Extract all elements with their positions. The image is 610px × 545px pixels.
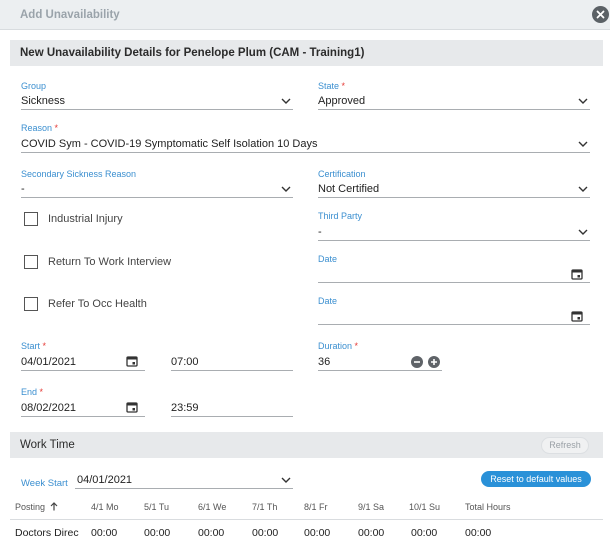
group-label: Group (21, 81, 47, 91)
secondary-reason-underline (21, 197, 293, 198)
calendar-icon[interactable] (126, 401, 138, 413)
hours-cell[interactable]: 00:00 (358, 527, 384, 539)
calendar-icon[interactable] (571, 268, 583, 280)
column-header-posting[interactable]: Posting (15, 502, 58, 512)
end-label: End * (21, 387, 44, 397)
dialog-titlebar: Add Unavailability (0, 0, 610, 30)
end-date-underline (21, 416, 145, 417)
total-hours-cell: 00:00 (465, 527, 492, 539)
start-date-value: 04/01/2021 (21, 356, 77, 368)
reason-label: Reason * (21, 123, 59, 133)
chevron-down-icon (578, 229, 588, 235)
column-header-day: 7/1 Th (252, 502, 278, 512)
secondary-reason-value: - (21, 183, 25, 195)
group-value: Sickness (21, 95, 66, 107)
end-time-underline (171, 416, 293, 417)
increment-icon[interactable] (428, 356, 440, 368)
duration-label: Duration * (318, 341, 359, 351)
hours-cell[interactable]: 00:00 (91, 527, 117, 539)
decrement-icon[interactable] (411, 356, 423, 368)
hours-cell[interactable]: 00:00 (411, 527, 437, 539)
certification-value: Not Certified (318, 183, 380, 195)
details-section-header: New Unavailability Details for Penelope … (10, 40, 603, 66)
return-to-work-label: Return To Work Interview (48, 256, 172, 268)
hours-cell[interactable]: 00:00 (144, 527, 170, 539)
reason-underline (21, 152, 590, 153)
date2-label: Date (318, 296, 338, 306)
duration-value: 36 (318, 356, 331, 368)
sort-arrow-up-icon (50, 502, 57, 511)
third-party-label: Third Party (318, 211, 363, 221)
state-value: Approved (318, 95, 366, 107)
column-header-day: 5/1 Tu (144, 502, 170, 512)
details-section-title: New Unavailability Details for Penelope … (20, 47, 365, 59)
refer-occ-health-label: Refer To Occ Health (48, 298, 147, 310)
start-time-value: 07:00 (171, 356, 199, 368)
third-party-underline (318, 240, 590, 241)
calendar-icon[interactable] (571, 310, 583, 322)
work-time-section-header: Work Time (10, 432, 603, 458)
industrial-injury-label: Industrial Injury (48, 213, 123, 225)
week-start-label: Week Start (21, 478, 68, 489)
week-start-value: 04/01/2021 (77, 474, 133, 486)
chevron-down-icon (281, 477, 291, 483)
start-date-underline (21, 370, 145, 371)
start-label: Start * (21, 341, 47, 351)
state-label: State * (318, 81, 346, 91)
third-party-value: - (318, 226, 322, 238)
column-header-total-hours: Total Hours (465, 502, 511, 512)
industrial-injury-checkbox[interactable] (24, 212, 38, 226)
table-divider (10, 519, 603, 520)
certification-label: Certification (318, 169, 366, 179)
chevron-down-icon (281, 186, 291, 192)
hours-cell[interactable]: 00:00 (252, 527, 278, 539)
state-underline (318, 109, 590, 110)
dialog-title: Add Unavailability (20, 9, 120, 21)
column-header-day: 10/1 Su (409, 502, 441, 512)
refresh-button[interactable]: Refresh (541, 437, 589, 454)
hours-cell[interactable]: 00:00 (198, 527, 224, 539)
column-header-day: 4/1 Mo (91, 502, 119, 512)
reset-defaults-button[interactable]: Reset to default values (481, 471, 591, 487)
date1-underline (318, 282, 590, 283)
date1-label: Date (318, 254, 338, 264)
certification-underline (318, 197, 590, 198)
duration-underline (318, 370, 442, 371)
chevron-down-icon (281, 98, 291, 104)
refer-occ-health-checkbox[interactable] (24, 297, 38, 311)
close-icon[interactable] (592, 6, 609, 23)
reason-value: COVID Sym - COVID-19 Symptomatic Self Is… (21, 138, 318, 150)
posting-cell: Doctors Direc (15, 527, 79, 539)
column-header-day: 9/1 Sa (358, 502, 385, 512)
chevron-down-icon (578, 186, 588, 192)
group-underline (21, 109, 293, 110)
work-time-title: Work Time (20, 439, 75, 451)
start-time-underline (171, 370, 293, 371)
chevron-down-icon (578, 98, 588, 104)
week-start-underline (75, 488, 293, 489)
calendar-icon[interactable] (126, 355, 138, 367)
date2-underline (318, 324, 590, 325)
column-header-day: 8/1 Fr (304, 502, 328, 512)
column-header-day: 6/1 We (198, 502, 227, 512)
end-time-value: 23:59 (171, 402, 199, 414)
secondary-reason-label: Secondary Sickness Reason (21, 169, 137, 179)
end-date-value: 08/02/2021 (21, 402, 77, 414)
chevron-down-icon (578, 141, 588, 147)
return-to-work-checkbox[interactable] (24, 255, 38, 269)
hours-cell[interactable]: 00:00 (304, 527, 330, 539)
